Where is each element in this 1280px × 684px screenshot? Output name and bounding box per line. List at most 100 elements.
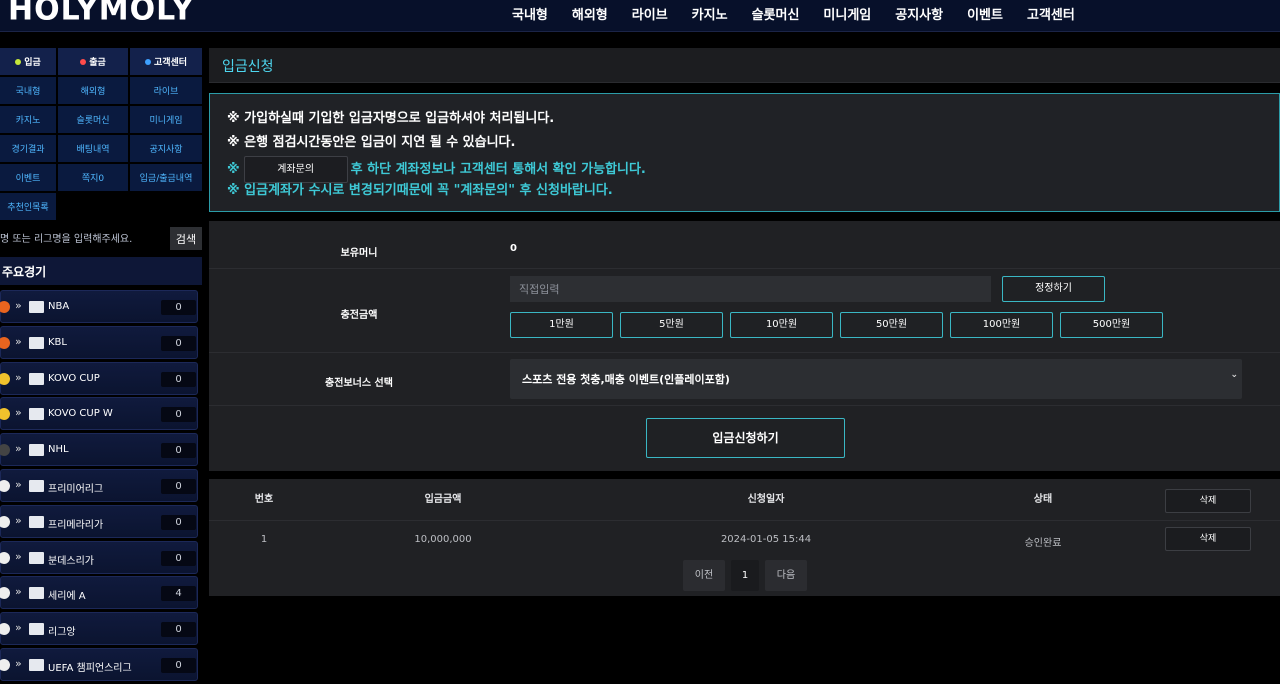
- sidebar-item-event[interactable]: 이벤트: [0, 164, 56, 191]
- league-item-nhl[interactable]: » NHL 0: [0, 433, 198, 467]
- balance-value: 0: [510, 243, 517, 254]
- withdraw-dot-icon: [80, 58, 87, 65]
- deposit-dot-icon: [15, 58, 22, 65]
- basketball-icon: [0, 301, 10, 313]
- double-chevron-icon: »: [15, 513, 22, 527]
- pager-page-1[interactable]: 1: [731, 560, 759, 591]
- sidebar-item-referrals[interactable]: 추천인목록: [0, 193, 56, 220]
- sidebar-item-messages[interactable]: 쪽지0: [58, 164, 128, 191]
- league-item-kovo-cup-w[interactable]: » KOVO CUP W 0: [0, 397, 198, 431]
- volleyball-icon: [0, 372, 10, 385]
- sidebar-deposit-button[interactable]: 입금: [0, 48, 56, 75]
- top-bar: HOLYMOLY 국내형 해외형 라이브 카지노 슬롯머신 미니게임 공지사항 …: [0, 0, 1280, 32]
- balance-row: 보유머니 0: [209, 221, 1280, 269]
- quick-amount-5m-button[interactable]: 500만원: [1060, 312, 1163, 338]
- site-logo[interactable]: HOLYMOLY: [8, 0, 194, 28]
- league-search-button[interactable]: 검색: [170, 227, 202, 250]
- top-nav-notice[interactable]: 공지사항: [883, 0, 955, 28]
- double-chevron-icon: »: [15, 477, 22, 491]
- league-name: NHL: [48, 444, 69, 456]
- sidebar-item-slot[interactable]: 슬롯머신: [58, 106, 128, 133]
- league-name: 리그앙: [48, 627, 76, 639]
- balance-label: 보유머니: [340, 248, 378, 259]
- double-chevron-icon: »: [15, 549, 22, 563]
- league-logo-icon: [29, 551, 44, 564]
- top-nav: 국내형 해외형 라이브 카지노 슬롯머신 미니게임 공지사항 이벤트 고객센터: [500, 0, 1087, 28]
- sidebar-item-notice[interactable]: 공지사항: [130, 135, 202, 162]
- league-item-la-liga[interactable]: » 프리메라리가 0: [0, 504, 198, 538]
- top-nav-event[interactable]: 이벤트: [955, 0, 1015, 28]
- pager-prev-button[interactable]: 이전: [683, 560, 725, 591]
- pager-next-button[interactable]: 다음: [765, 560, 807, 591]
- quick-amount-500k-button[interactable]: 50만원: [840, 312, 943, 338]
- league-search: 검색: [0, 225, 202, 253]
- soccer-ball-icon: [0, 623, 10, 636]
- league-item-nba[interactable]: » NBA 0: [0, 290, 198, 323]
- soccer-ball-icon: [0, 587, 10, 600]
- league-name: 분데스리가: [48, 555, 94, 567]
- top-nav-live[interactable]: 라이브: [620, 0, 680, 28]
- notice-line-1: ※ 가입하실때 기입한 입금자명으로 입금하셔야 처리됩니다.: [227, 111, 555, 126]
- sidebar-item-transactions[interactable]: 입금/출금내역: [130, 164, 202, 191]
- notice-line-4: ※ 입금계좌가 수시로 변경되기때문에 꼭 "계좌문의" 후 신청바랍니다.: [227, 183, 613, 198]
- quick-amount-100k-button[interactable]: 10만원: [730, 312, 833, 338]
- col-header-amount: 입금금액: [424, 494, 462, 505]
- quick-amount-10k-button[interactable]: 1만원: [510, 312, 613, 338]
- league-item-champions-league[interactable]: » UEFA 챔피언스리그 0: [0, 647, 198, 681]
- sidebar-menu: 입금 출금 고객센터 국내형 해외형 라이브 카지노 슬롯머신 미니게임 경기결…: [0, 48, 202, 220]
- sidebar-item-bet-history[interactable]: 배팅내역: [58, 135, 128, 162]
- quick-amount-1m-button[interactable]: 100만원: [950, 312, 1053, 338]
- main-content: 입금신청 ※ 가입하실때 기입한 입금자명으로 입금하셔야 처리됩니다. ※ 은…: [209, 48, 1280, 596]
- account-inquiry-button[interactable]: 계좌문의: [243, 156, 348, 183]
- soccer-ball-icon: [0, 515, 10, 528]
- sidebar-withdraw-button[interactable]: 출금: [58, 48, 128, 75]
- reset-amount-button[interactable]: 정정하기: [1002, 276, 1105, 302]
- cell-no: 1: [260, 534, 268, 545]
- league-item-serie-a[interactable]: » 세리에 A 4: [0, 576, 198, 610]
- league-item-kovo-cup[interactable]: » KOVO CUP 0: [0, 361, 198, 395]
- notice-line-3: ※ 계좌문의 후 하단 계좌정보나 고객센터 통해서 확인 가능합니다.: [227, 156, 1279, 183]
- hockey-puck-icon: [0, 444, 10, 457]
- delete-row-button[interactable]: 삭제: [1165, 527, 1251, 551]
- league-logo-icon: [29, 515, 44, 528]
- double-chevron-icon: »: [15, 585, 22, 599]
- double-chevron-icon: »: [15, 621, 22, 635]
- league-name: UEFA 챔피언스리그: [48, 662, 132, 674]
- row-divider: [209, 520, 1280, 521]
- league-logo-icon: [29, 444, 44, 457]
- sidebar-item-live[interactable]: 라이브: [130, 77, 202, 104]
- top-nav-slot[interactable]: 슬롯머신: [740, 0, 812, 28]
- featured-matches-title: 주요경기: [0, 257, 202, 285]
- sidebar-item-casino[interactable]: 카지노: [0, 106, 56, 133]
- sidebar-support-button[interactable]: 고객센터: [130, 48, 202, 75]
- submit-deposit-button[interactable]: 입금신청하기: [646, 418, 845, 458]
- quick-amount-50k-button[interactable]: 5만원: [620, 312, 723, 338]
- double-chevron-icon: »: [15, 299, 22, 312]
- sidebar-item-overseas[interactable]: 해외형: [58, 77, 128, 104]
- sidebar-item-minigame[interactable]: 미니게임: [130, 106, 202, 133]
- top-nav-overseas[interactable]: 해외형: [560, 0, 620, 28]
- top-nav-minigame[interactable]: 미니게임: [811, 0, 883, 28]
- delete-all-button[interactable]: 삭제: [1165, 489, 1251, 513]
- amount-input[interactable]: [510, 276, 991, 302]
- sidebar-item-results[interactable]: 경기결과: [0, 135, 56, 162]
- top-nav-domestic[interactable]: 국내형: [500, 0, 560, 28]
- sidebar-item-domestic[interactable]: 국내형: [0, 77, 56, 104]
- top-nav-casino[interactable]: 카지노: [680, 0, 740, 28]
- league-item-premier-league[interactable]: » 프리미어리그 0: [0, 468, 198, 502]
- league-item-bundesliga[interactable]: » 분데스리가 0: [0, 540, 198, 574]
- double-chevron-icon: »: [15, 406, 22, 420]
- league-logo-icon: [29, 301, 44, 313]
- league-logo-icon: [29, 479, 44, 492]
- amount-label: 충전금액: [340, 310, 378, 321]
- chevron-down-icon: ⌄: [1230, 370, 1238, 380]
- league-item-kbl[interactable]: » KBL 0: [0, 325, 198, 359]
- league-search-input[interactable]: [0, 228, 164, 250]
- league-logo-icon: [29, 587, 44, 600]
- league-item-ligue-1[interactable]: » 리그앙 0: [0, 612, 198, 646]
- league-name: 프리미어리그: [48, 483, 104, 495]
- bonus-select[interactable]: 스포츠 전용 첫충,매충 이벤트(인플레이포함) ⌄: [510, 359, 1242, 399]
- league-count: 0: [161, 300, 196, 315]
- league-count: 0: [161, 478, 196, 494]
- top-nav-support[interactable]: 고객센터: [1015, 0, 1087, 28]
